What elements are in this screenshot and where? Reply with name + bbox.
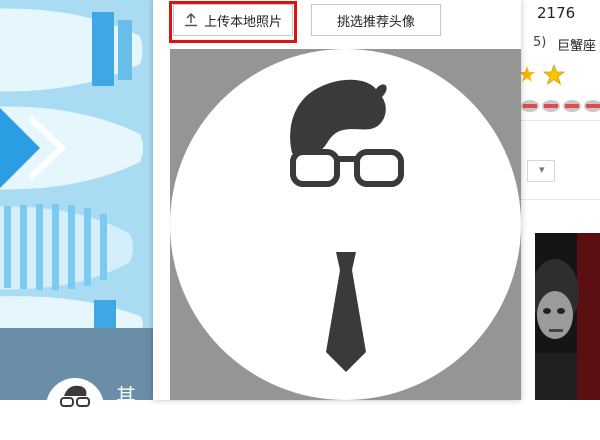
photo-thumbnail[interactable] (535, 233, 600, 400)
bracket-text: 5) (533, 35, 547, 50)
divider (521, 199, 600, 200)
small-avatar[interactable] (46, 378, 104, 436)
chevron-down-icon: ▾ (539, 163, 545, 176)
profile-side-panel: 2176 5) 巨蟹座 ▾ (521, 0, 600, 400)
star-icon (521, 66, 535, 82)
divider (521, 120, 600, 121)
user-id-partial: 2176 (537, 4, 576, 22)
badge-row (521, 100, 600, 112)
partial-username: 其 (116, 384, 136, 408)
badge-icon (521, 100, 539, 112)
zodiac-label: 巨蟹座 (557, 39, 597, 54)
avatar-preview-area (170, 49, 521, 400)
default-avatar-illustration (290, 79, 404, 372)
avatar-upload-dialog: 上传本地照片 挑选推荐头像 (153, 0, 521, 400)
pick-button-label: 挑选推荐头像 (336, 14, 415, 30)
avatar-preview-circle (170, 49, 521, 400)
badge-icon (542, 100, 560, 112)
filter-dropdown[interactable]: ▾ (527, 160, 555, 182)
tie-icon (326, 252, 366, 372)
badge-icon (584, 100, 600, 112)
pick-recommended-avatar-button[interactable]: 挑选推荐头像 (311, 4, 441, 36)
hair-shape (290, 79, 387, 154)
glasses-icon (290, 149, 404, 187)
star-icon (542, 63, 566, 86)
highlight-box (169, 1, 297, 43)
badge-icon (563, 100, 581, 112)
level-stars (521, 63, 566, 86)
glasses-icon (60, 385, 90, 407)
photo-image (535, 233, 600, 400)
